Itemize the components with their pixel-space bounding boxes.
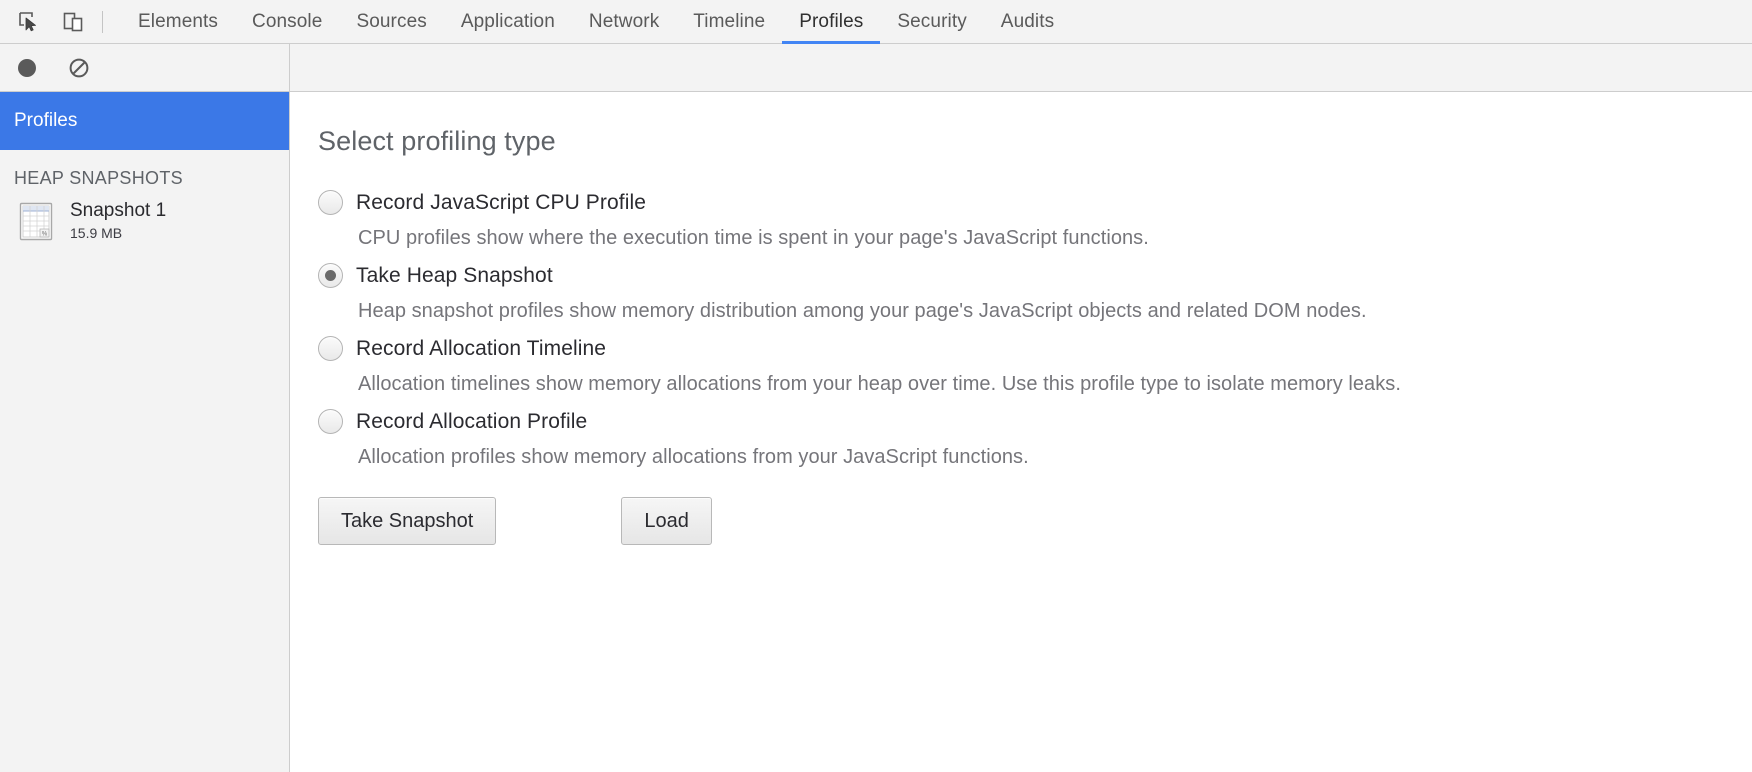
load-button[interactable]: Load	[621, 497, 712, 545]
radio-record-allocation-timeline[interactable]	[318, 336, 343, 361]
heap-snapshot-grid-icon: %	[18, 199, 56, 243]
radio-take-heap-snapshot[interactable]	[318, 263, 343, 288]
tab-label: Network	[588, 10, 660, 32]
profile-launcher: Select profiling type Record JavaScript …	[290, 92, 1752, 772]
option-row[interactable]: Record Allocation Timeline	[318, 331, 1752, 366]
option-description: CPU profiles show where the execution ti…	[358, 227, 1149, 249]
profiles-sidebar: Profiles HEAP SNAPSHOTS % Snapshot 1 15.…	[0, 92, 290, 772]
devtools-window: Elements Console Sources Application Net…	[0, 0, 1752, 772]
snapshot-size: 15.9 MB	[70, 225, 123, 241]
launcher-buttons: Take Snapshot Load	[318, 497, 1752, 545]
sidebar-section-label: HEAP SNAPSHOTS	[14, 168, 183, 188]
tab-application[interactable]: Application	[444, 0, 572, 43]
profiles-toolbar-spacer	[290, 44, 1752, 91]
tab-label: Audits	[1000, 10, 1055, 32]
tab-label: Sources	[356, 10, 427, 32]
snapshot-title: Snapshot 1	[70, 200, 167, 221]
option-label: Record JavaScript CPU Profile	[356, 190, 646, 214]
list-item[interactable]: % Snapshot 1 15.9 MB	[0, 195, 289, 247]
record-circle-icon[interactable]	[14, 55, 40, 81]
radio-record-cpu-profile[interactable]	[318, 190, 343, 215]
option-row[interactable]: Record JavaScript CPU Profile	[318, 185, 1752, 220]
profiles-toolbar	[0, 44, 1752, 92]
tab-console[interactable]: Console	[235, 0, 339, 43]
tab-profiles[interactable]: Profiles	[782, 0, 881, 44]
tab-elements[interactable]: Elements	[121, 0, 235, 43]
device-toolbar-icon[interactable]	[58, 7, 88, 37]
option-row[interactable]: Record Allocation Profile	[318, 404, 1752, 439]
tab-label: Console	[252, 10, 323, 32]
option-record-allocation-timeline: Record Allocation Timeline Allocation ti…	[318, 331, 1752, 398]
sidebar-item-profiles[interactable]: Profiles	[0, 92, 289, 150]
tab-label: Elements	[138, 10, 219, 32]
tab-label: Profiles	[799, 10, 864, 32]
option-record-allocation-profile: Record Allocation Profile Allocation pro…	[318, 404, 1752, 471]
option-label: Record Allocation Timeline	[356, 336, 607, 360]
tab-label: Timeline	[693, 10, 766, 32]
option-description: Allocation timelines show memory allocat…	[358, 373, 1401, 395]
profiles-body: Profiles HEAP SNAPSHOTS % Snapshot 1 15.…	[0, 92, 1752, 772]
option-label: Record Allocation Profile	[356, 409, 588, 433]
sidebar-item-label: Profiles	[14, 110, 78, 131]
inspect-cursor-icon[interactable]	[14, 7, 44, 37]
tabbar-tool-icons	[0, 0, 94, 43]
devtools-tabbar: Elements Console Sources Application Net…	[0, 0, 1752, 44]
tab-audits[interactable]: Audits	[984, 0, 1071, 43]
sidebar-section-heap-snapshots: HEAP SNAPSHOTS	[0, 150, 289, 195]
tab-sources[interactable]: Sources	[339, 0, 443, 43]
list-item-text: Snapshot 1 15.9 MB	[70, 199, 166, 243]
profiles-toolbar-actions	[0, 44, 290, 91]
option-take-heap-snapshot: Take Heap Snapshot Heap snapshot profile…	[318, 258, 1752, 325]
option-label: Take Heap Snapshot	[356, 263, 553, 287]
tab-security[interactable]: Security	[880, 0, 983, 43]
toolbar-divider	[102, 11, 103, 33]
option-description: Heap snapshot profiles show memory distr…	[358, 300, 1367, 322]
option-row[interactable]: Take Heap Snapshot	[318, 258, 1752, 293]
tab-label: Application	[460, 10, 555, 32]
page-title: Select profiling type	[318, 126, 556, 156]
clear-no-entry-icon[interactable]	[66, 55, 92, 81]
tab-label: Security	[897, 10, 967, 32]
option-record-cpu-profile: Record JavaScript CPU Profile CPU profil…	[318, 185, 1752, 252]
option-description: Allocation profiles show memory allocati…	[358, 446, 1029, 468]
take-snapshot-button[interactable]: Take Snapshot	[318, 497, 497, 545]
panel-tabs: Elements Console Sources Application Net…	[121, 0, 1071, 44]
svg-text:%: %	[42, 232, 48, 238]
radio-record-allocation-profile[interactable]	[318, 409, 343, 434]
tab-network[interactable]: Network	[572, 0, 676, 43]
tab-timeline[interactable]: Timeline	[676, 0, 782, 43]
